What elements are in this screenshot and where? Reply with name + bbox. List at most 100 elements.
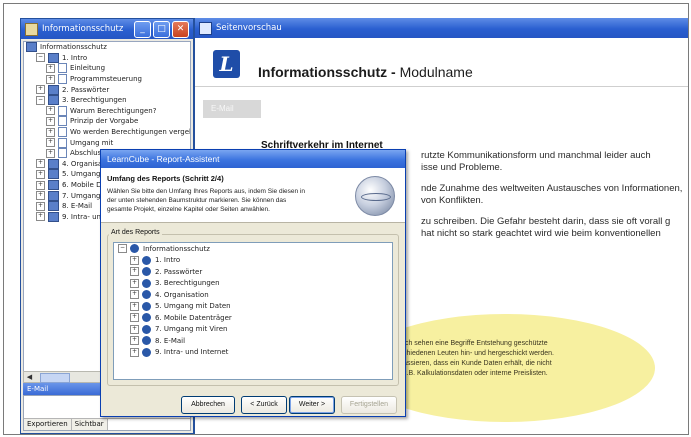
dialog-title[interactable]: LearnCube - Report-Assistent	[101, 150, 405, 168]
report-tree-item-label: 8. E-Mail	[155, 336, 186, 345]
body-text-line: isse und Probleme.	[421, 161, 503, 173]
collapse-icon[interactable]: −	[118, 244, 127, 254]
cancel-button[interactable]: Abbrechen	[181, 396, 235, 414]
chapter-globe-icon	[142, 278, 151, 288]
expand-icon[interactable]: +	[130, 278, 139, 288]
expand-icon[interactable]: +	[36, 169, 45, 179]
next-button[interactable]: Weiter >	[289, 396, 335, 414]
navigation-window-title: Informationsschutz	[42, 24, 124, 34]
report-tree-item-label: 9. Intra- und Internet	[155, 348, 229, 357]
expand-icon[interactable]: +	[46, 74, 55, 84]
bubble-text-line: assieren, dass ein Kunde Daten erhält, d…	[403, 360, 552, 367]
report-tree-item[interactable]: +2. Passwörter	[114, 266, 392, 278]
preview-app-icon	[199, 21, 212, 35]
expand-icon[interactable]: +	[36, 201, 45, 211]
preview-titlebar[interactable]: Seitenvorschau	[195, 18, 688, 38]
chapter-globe-icon	[142, 336, 151, 346]
chapter-icon	[26, 42, 37, 53]
body-text-line: zu schreiben. Die Gefahr besteht darin, …	[421, 216, 671, 227]
tree-item-label: Einleitung	[70, 64, 106, 73]
report-tree-item-label: 3. Berechtigungen	[155, 279, 220, 288]
expand-icon[interactable]: +	[36, 180, 45, 190]
chapter-icon	[48, 84, 59, 95]
minimize-icon[interactable]: _	[134, 20, 151, 38]
tree-item[interactable]: + Prinzip der Vorgabe	[24, 116, 190, 127]
email-panel-header: Exportieren Sichtbar	[24, 418, 190, 430]
tree-item[interactable]: − 3. Berechtigungen	[24, 95, 190, 106]
expand-icon[interactable]: +	[46, 148, 55, 158]
report-tree-item[interactable]: +8. E-Mail	[114, 335, 392, 347]
report-scope-tree[interactable]: − Informationsschutz +1. Intro +2. Passwört…	[113, 242, 393, 380]
expand-icon[interactable]: +	[130, 290, 139, 300]
expand-icon[interactable]: +	[130, 267, 139, 277]
tree-item-label: 3. Berechtigungen	[62, 96, 127, 105]
page-icon	[58, 137, 67, 148]
expand-icon[interactable]: +	[130, 324, 139, 334]
tree-item[interactable]: + Programmsteuerung	[24, 74, 190, 85]
screenshot-frame: Informationsschutz _ □ ✕ Informationssch…	[3, 3, 689, 435]
report-assistant-dialog: LearnCube - Report-Assistent Umfang des …	[100, 149, 406, 417]
report-tree-item-label: 4. Organisation	[155, 290, 209, 299]
expand-icon[interactable]: +	[36, 212, 45, 222]
tree-item[interactable]: + Umgang mit	[24, 137, 190, 148]
expand-icon[interactable]: +	[46, 138, 55, 148]
body-text-line: von Konflikten.	[421, 194, 484, 206]
chapter-globe-icon	[142, 267, 151, 277]
expand-icon[interactable]: +	[36, 85, 45, 95]
report-tree-item[interactable]: +4. Organisation	[114, 289, 392, 301]
step-description-line: Wählen Sie bitte den Umfang Ihres Report…	[107, 188, 305, 195]
expand-icon[interactable]: +	[46, 116, 55, 126]
chapter-globe-icon	[142, 347, 151, 357]
report-tree-item-label: 7. Umgang mit Viren	[155, 325, 228, 334]
report-tree-item[interactable]: +6. Mobile Datenträger	[114, 312, 392, 324]
tree-item[interactable]: − 1. Intro	[24, 52, 190, 64]
expand-icon[interactable]: +	[46, 63, 55, 73]
body-text-line: hat nicht so stark geachtet wird wie bei…	[421, 227, 661, 239]
page-icon	[58, 148, 67, 159]
report-tree-item[interactable]: +1. Intro	[114, 255, 392, 267]
tree-item[interactable]: + Wo werden Berechtigungen vergeben	[24, 127, 190, 138]
collapse-icon[interactable]: −	[36, 53, 45, 63]
learncube-logo: L	[213, 50, 240, 78]
expand-icon[interactable]: +	[130, 301, 139, 311]
back-button[interactable]: < Zurück	[241, 396, 287, 414]
tree-item[interactable]: +2. Passwörter	[24, 84, 190, 95]
module-heading-separator: -	[387, 64, 400, 80]
close-icon[interactable]: ✕	[172, 20, 189, 38]
expand-icon[interactable]: +	[130, 336, 139, 346]
dialog-header: Umfang des Reports (Schritt 2/4) Wählen …	[101, 168, 405, 223]
expand-icon[interactable]: +	[36, 191, 45, 201]
globe-icon	[355, 176, 395, 216]
scroll-thumb[interactable]	[40, 373, 70, 383]
expand-icon[interactable]: +	[130, 313, 139, 323]
navigation-titlebar[interactable]: Informationsschutz _ □ ✕	[21, 19, 193, 39]
column-export[interactable]: Exportieren	[24, 419, 72, 430]
expand-icon[interactable]: +	[46, 106, 55, 116]
page-icon	[58, 127, 67, 138]
collapse-icon[interactable]: −	[36, 95, 45, 105]
tree-item[interactable]: + Einleitung	[24, 63, 190, 74]
expand-icon[interactable]: +	[130, 347, 139, 357]
page-icon	[58, 116, 67, 127]
chapter-globe-icon	[142, 255, 151, 265]
app-icon	[25, 22, 38, 36]
report-tree-item[interactable]: +5. Umgang mit Daten	[114, 301, 392, 313]
expand-icon[interactable]: +	[130, 255, 139, 265]
report-tree-item[interactable]: +9. Intra- und Internet	[114, 347, 392, 359]
tree-item[interactable]: Informationsschutz	[24, 42, 190, 53]
page-icon	[58, 105, 67, 116]
expand-icon[interactable]: +	[36, 159, 45, 169]
module-heading: Informationsschutz	[258, 64, 388, 80]
report-tree-item[interactable]: +7. Umgang mit Viren	[114, 324, 392, 336]
bubble-text-line: z.B. Kalkulationsdaten oder interne Prei…	[403, 370, 548, 377]
bubble-text-line: chiedenen Leuten hin- und hergeschickt w…	[403, 350, 554, 357]
maximize-icon[interactable]: □	[153, 20, 170, 38]
tree-item[interactable]: + Warum Berechtigungen?	[24, 105, 190, 117]
report-tree-item[interactable]: +3. Berechtigungen	[114, 278, 392, 290]
scroll-left-icon[interactable]: ◀	[24, 372, 35, 382]
expand-icon[interactable]: +	[46, 127, 55, 137]
finish-button[interactable]: Fertigstellen	[341, 396, 397, 414]
report-tree-item[interactable]: − Informationsschutz	[114, 243, 392, 255]
column-visible[interactable]: Sichtbar	[71, 419, 108, 430]
chapter-globe-icon	[142, 301, 151, 311]
